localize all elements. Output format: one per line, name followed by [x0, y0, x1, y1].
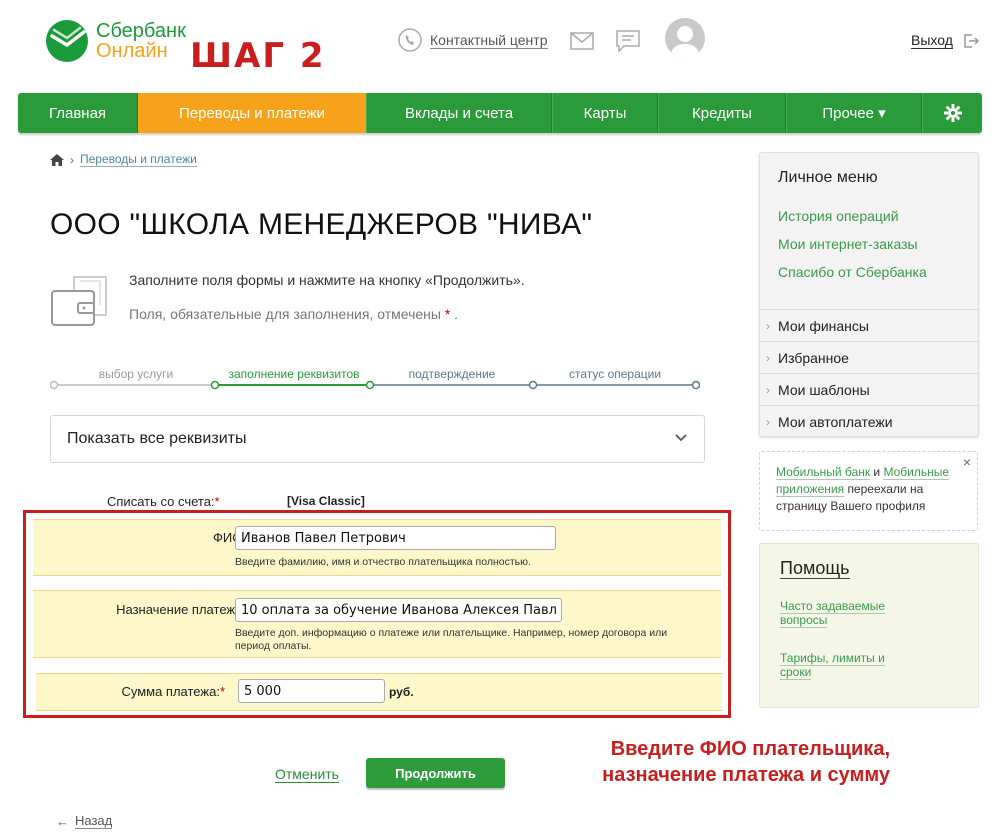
mobile-bank-link[interactable]: Мобильный банк	[776, 465, 871, 480]
step-fill-details: заполнение реквизитов	[228, 367, 360, 381]
annotation-line1: Введите ФИО плательщика,	[610, 738, 890, 760]
purpose-hint-line1: Введите доп. информацию о платеже или пл…	[235, 627, 668, 639]
show-all-requisites[interactable]: Показать все реквизиты	[50, 415, 705, 463]
contact-center[interactable]: Контактный центр	[398, 28, 548, 52]
arrow-left-icon: ←	[56, 814, 69, 829]
breadcrumb-separator: ›	[70, 152, 74, 167]
nav-item-deposits[interactable]: Вклады и счета	[366, 93, 552, 133]
amount-label: Сумма платежа:*	[121, 684, 225, 699]
logo-text: Сбербанк Онлайн	[96, 21, 186, 61]
nav-settings[interactable]	[922, 93, 982, 133]
chat-icon[interactable]	[616, 30, 640, 52]
menu-link-orders[interactable]: Мои интернет-заказы	[778, 236, 918, 252]
required-star: *	[219, 684, 225, 699]
purpose-hint-line2: период оплаты.	[235, 640, 312, 652]
required-hint-text: Поля, обязательные для заполнения, отмеч…	[129, 306, 441, 322]
contact-center-link[interactable]: Контактный центр	[430, 32, 548, 49]
menu-row-templates[interactable]: Мои шаблоны	[760, 373, 978, 405]
user-avatar[interactable]	[665, 18, 705, 58]
annotation-line2: назначение платежа и сумму	[602, 764, 890, 786]
gear-icon	[943, 104, 962, 122]
personal-menu: Личное меню История операций Мои интерне…	[759, 152, 979, 437]
purpose-label: Назначение платежа:*	[116, 602, 251, 617]
show-all-label: Показать все реквизиты	[67, 430, 247, 447]
instruction-annotation: Введите ФИО плательщика, назначение плат…	[560, 736, 890, 788]
page-title: ООО "ШКОЛА МЕНЕДЖЕРОВ "НИВА"	[50, 208, 593, 241]
help-box: Помощь Часто задаваемые вопросы Тарифы, …	[759, 543, 979, 708]
menu-row-favorites[interactable]: Избранное	[760, 341, 978, 373]
logo-line1: Сбербанк	[96, 20, 186, 42]
amount-label-text: Сумма платежа:	[121, 684, 220, 699]
form-row-amount: Сумма платежа:* руб.	[36, 673, 722, 711]
breadcrumb-link-transfers[interactable]: Переводы и платежи	[80, 152, 197, 167]
exit-button[interactable]: Выход	[911, 32, 979, 49]
help-title: Помощь	[780, 558, 850, 579]
step-choose-service: выбор услуги	[98, 367, 174, 381]
logo-line2: Онлайн	[96, 40, 168, 62]
back-label: Назад	[75, 813, 113, 829]
help-link-tariffs-text: Тарифы, лимиты и сроки	[780, 651, 885, 680]
close-icon[interactable]: ×	[963, 454, 971, 471]
user-icon	[670, 26, 700, 58]
continue-button[interactable]: Продолжить	[366, 758, 505, 788]
phone-icon	[398, 28, 422, 52]
main-nav: Главная Переводы и платежи Вклады и счет…	[18, 93, 982, 133]
debit-account-label-text: Списать со счета:	[107, 494, 215, 509]
nav-item-home[interactable]: Главная	[18, 93, 138, 133]
menu-link-spasibo[interactable]: Спасибо от Сбербанка	[778, 264, 927, 280]
help-link-faq[interactable]: Часто задаваемые вопросы	[780, 599, 910, 628]
required-star: *	[444, 306, 451, 322]
form-row-purpose: Назначение платежа:* Введите доп. информ…	[33, 590, 721, 658]
chevron-down-icon	[675, 434, 687, 442]
purpose-input[interactable]	[235, 598, 562, 622]
debit-account-label: Списать со счета:*	[107, 494, 220, 509]
help-link-faq-text: Часто задаваемые вопросы	[780, 599, 886, 628]
required-hint: Поля, обязательные для заполнения, отмеч…	[129, 306, 458, 322]
mail-icon[interactable]	[570, 32, 594, 50]
menu-link-history[interactable]: История операций	[778, 208, 899, 224]
nav-item-cards[interactable]: Карты	[552, 93, 658, 133]
help-link-tariffs[interactable]: Тарифы, лимиты и сроки	[780, 651, 910, 680]
cancel-link[interactable]: Отменить	[275, 766, 339, 783]
form-hint: Заполните поля формы и нажмите на кнопку…	[129, 272, 525, 288]
sberbank-logo-icon	[46, 20, 88, 62]
nav-item-transfers[interactable]: Переводы и платежи	[138, 93, 366, 133]
nav-item-other[interactable]: Прочее ▾	[786, 93, 922, 133]
required-hint-end: .	[454, 306, 459, 322]
menu-row-finances[interactable]: Мои финансы	[760, 309, 978, 341]
exit-label: Выход	[911, 32, 953, 49]
currency-unit: руб.	[389, 685, 414, 699]
step-status: статус операции	[568, 367, 662, 381]
nav-item-credits[interactable]: Кредиты	[658, 93, 786, 133]
purpose-hint: Введите доп. информацию о платеже или пл…	[235, 627, 667, 653]
menu-row-autopayments[interactable]: Мои автоплатежи	[760, 405, 978, 437]
wallet-icon	[51, 276, 107, 326]
step-confirm: подтверждение	[408, 367, 496, 381]
breadcrumb: › Переводы и платежи	[50, 152, 197, 167]
amount-input[interactable]	[238, 679, 385, 703]
required-star: *	[214, 494, 220, 509]
home-icon[interactable]	[50, 153, 64, 166]
debit-account-value[interactable]: [Visa Classic]	[287, 494, 365, 508]
mobile-info-notice: × Мобильный банк и Мобильные приложения …	[759, 451, 978, 531]
info-and: и	[873, 465, 881, 479]
logout-icon	[964, 33, 979, 48]
fio-input[interactable]	[235, 526, 556, 550]
purpose-label-text: Назначение платежа:	[116, 602, 246, 617]
back-link[interactable]: ← Назад	[56, 813, 113, 829]
sberbank-logo[interactable]: Сбербанк Онлайн	[44, 18, 186, 64]
fio-hint: Введите фамилию, имя и отчество плательщ…	[235, 556, 531, 568]
progress-stepper: выбор услуги заполнение реквизитов подтв…	[50, 365, 700, 395]
step-title: ШАГ 2	[190, 36, 326, 76]
personal-menu-title: Личное меню	[778, 169, 878, 186]
form-row-fio: ФИО:* Введите фамилию, имя и отчество пл…	[33, 519, 721, 576]
